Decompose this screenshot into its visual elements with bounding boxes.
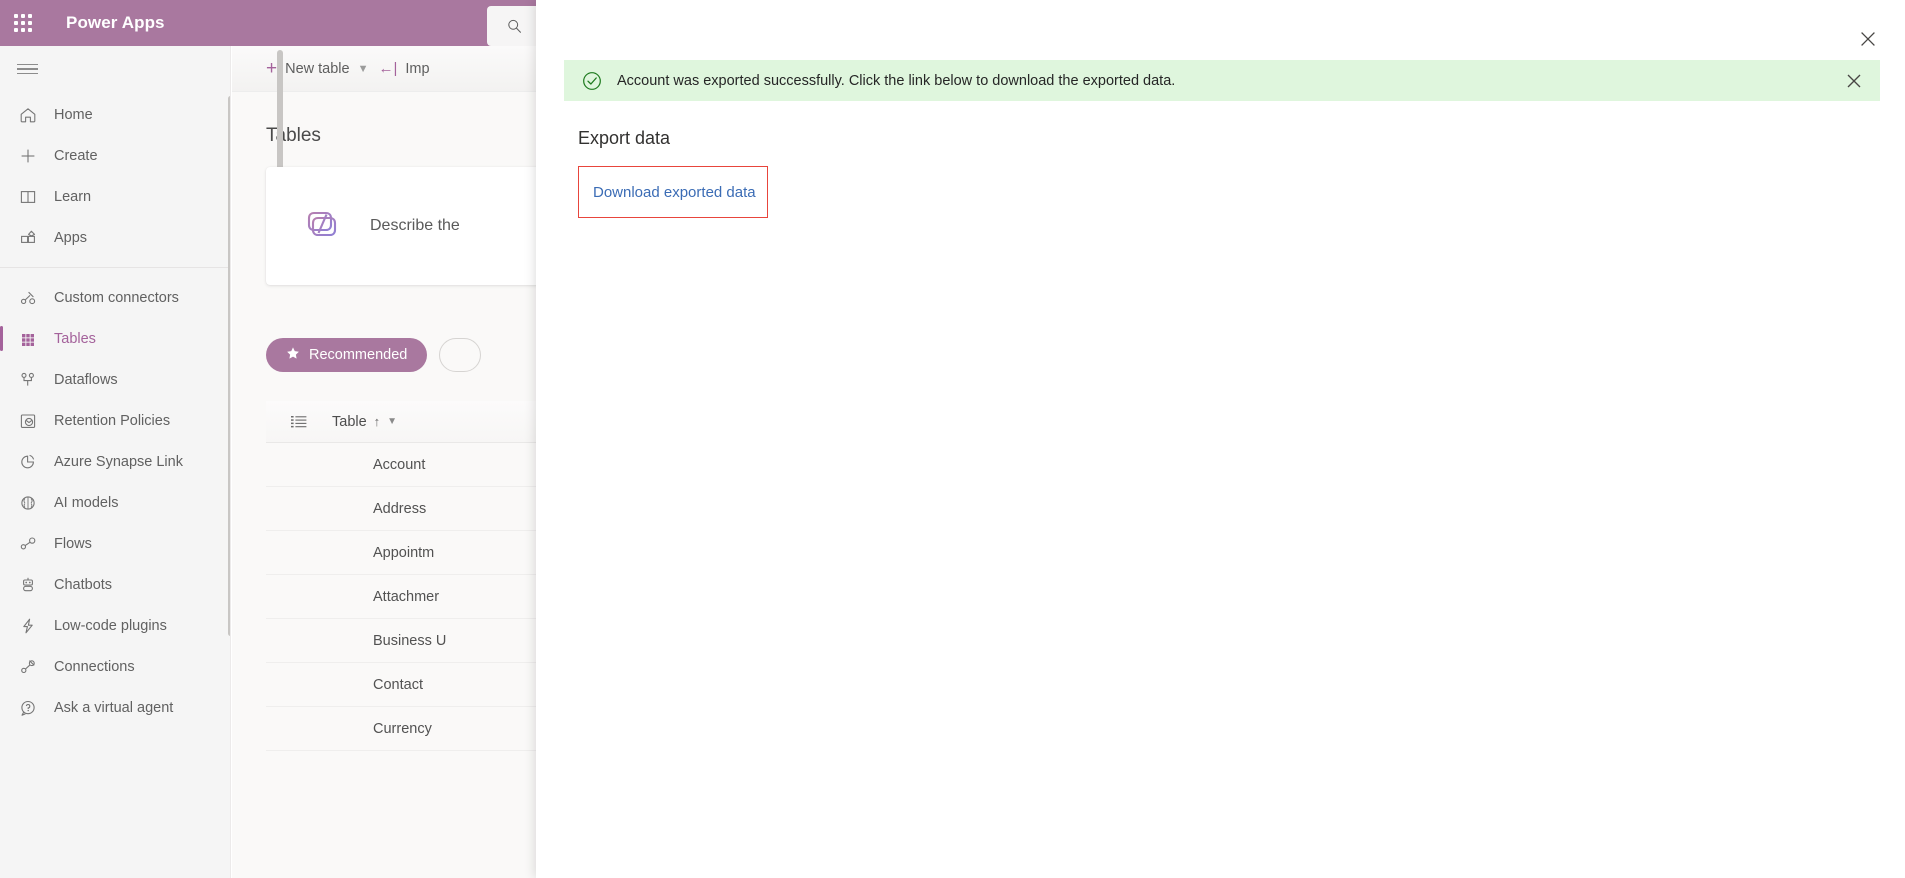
- search-icon: [507, 19, 521, 33]
- sidebar-item-learn[interactable]: Learn: [0, 176, 230, 217]
- sidebar-item-custom-connectors[interactable]: Custom connectors: [0, 277, 230, 318]
- custom-connector-icon: [17, 287, 39, 309]
- sidebar-item-label: Azure Synapse Link: [54, 453, 183, 470]
- hamburger-menu-icon[interactable]: [0, 46, 230, 92]
- book-icon: [17, 186, 39, 208]
- column-header-table[interactable]: Table ↑ ▼: [332, 414, 397, 430]
- sidebar-item-label: Connections: [54, 658, 135, 675]
- sidebar-item-label: Flows: [54, 535, 92, 552]
- import-button[interactable]: ←| Imp: [378, 60, 429, 77]
- connections-icon: [17, 656, 39, 678]
- import-label: Imp: [405, 60, 430, 77]
- sidebar-item-label: Custom connectors: [54, 289, 179, 306]
- export-data-panel: Account was exported successfully. Click…: [536, 0, 1905, 878]
- content-scrollbar[interactable]: [277, 50, 283, 170]
- sidebar-item-retention-policies[interactable]: Retention Policies: [0, 400, 230, 441]
- download-exported-data-link[interactable]: Download exported data: [593, 184, 756, 201]
- describe-table-text: Describe the: [370, 217, 460, 234]
- sort-ascending-icon: ↑: [373, 414, 381, 429]
- dataflows-icon: [17, 369, 39, 391]
- app-launcher-grid-icon[interactable]: [0, 0, 46, 46]
- sidebar-item-ai-models[interactable]: AI models: [0, 482, 230, 523]
- brain-icon: [17, 492, 39, 514]
- chip-recommended[interactable]: Recommended: [266, 338, 428, 372]
- copilot-icon: [300, 202, 344, 251]
- filter-chips: Recommended: [266, 338, 482, 372]
- sidebar-item-ask-a-virtual-agent[interactable]: Ask a virtual agent: [0, 687, 230, 728]
- list-view-icon[interactable]: [290, 413, 308, 431]
- success-check-circle-icon: [583, 71, 601, 90]
- new-table-label: New table: [285, 60, 350, 77]
- sidebar-item-connections[interactable]: Connections: [0, 646, 230, 687]
- plus-icon: +: [266, 58, 278, 79]
- sidebar-item-apps[interactable]: Apps: [0, 217, 230, 258]
- home-icon: [17, 104, 39, 126]
- plus-icon: [17, 145, 39, 167]
- sidebar-scrollbar[interactable]: [228, 96, 230, 636]
- column-header-label: Table: [332, 413, 367, 430]
- chip-label: Recommended: [309, 347, 408, 363]
- sidebar-item-dataflows[interactable]: Dataflows: [0, 359, 230, 400]
- flows-icon: [17, 533, 39, 555]
- retention-policies-icon: [17, 410, 39, 432]
- panel-body: Export data Download exported data: [578, 128, 768, 218]
- sidebar-item-create[interactable]: Create: [0, 135, 230, 176]
- sidebar-item-flows[interactable]: Flows: [0, 523, 230, 564]
- sidebar-divider: [0, 267, 230, 268]
- lightning-plug-icon: [17, 615, 39, 637]
- sidebar-item-label: Dataflows: [54, 371, 118, 388]
- left-navigation: Home Create Learn Apps Custom connectors…: [0, 46, 231, 878]
- chevron-down-icon: ▼: [357, 62, 369, 75]
- sidebar-item-tables[interactable]: Tables: [0, 318, 230, 359]
- sidebar-item-label: Chatbots: [54, 576, 113, 593]
- sidebar-item-label: Create: [54, 147, 98, 164]
- export-data-heading: Export data: [578, 128, 671, 148]
- banner-close-button[interactable]: [1842, 69, 1866, 93]
- pie-chart-icon: [17, 451, 39, 473]
- sidebar-item-label: Home: [54, 106, 93, 123]
- sidebar-item-label: Tables: [54, 330, 96, 347]
- sidebar-item-label: Apps: [54, 229, 88, 246]
- download-link-highlight: Download exported data: [578, 166, 768, 218]
- tables-grid-icon: [17, 328, 39, 350]
- sidebar-items: Home Create Learn Apps Custom connectors…: [0, 92, 230, 728]
- apps-grid-icon: [17, 227, 39, 249]
- sidebar-item-chatbots[interactable]: Chatbots: [0, 564, 230, 605]
- star-icon: [286, 346, 300, 364]
- sidebar-item-label: Learn: [54, 188, 92, 205]
- panel-close-button[interactable]: [1851, 22, 1885, 56]
- chevron-down-icon: ▼: [387, 416, 398, 427]
- app-root: Power Apps Home Create Learn Apps Custom…: [0, 0, 1905, 878]
- sidebar-item-azure-synapse-link[interactable]: Azure Synapse Link: [0, 441, 230, 482]
- banner-message: Account was exported successfully. Click…: [617, 72, 1176, 89]
- close-icon: [1861, 32, 1875, 46]
- brand-title[interactable]: Power Apps: [66, 13, 165, 33]
- sidebar-item-label: Ask a virtual agent: [54, 699, 174, 716]
- chip-secondary[interactable]: [439, 338, 482, 372]
- import-arrow-icon: ←|: [378, 60, 398, 77]
- search-input[interactable]: [487, 6, 541, 46]
- sidebar-item-low-code-plugins[interactable]: Low-code plugins: [0, 605, 230, 646]
- question-chat-icon: [17, 697, 39, 719]
- close-icon: [1847, 74, 1861, 88]
- robot-icon: [17, 574, 39, 596]
- sidebar-item-label: AI models: [54, 494, 119, 511]
- sidebar-item-label: Low-code plugins: [54, 617, 167, 634]
- sidebar-item-home[interactable]: Home: [0, 94, 230, 135]
- sidebar-item-label: Retention Policies: [54, 412, 171, 429]
- success-banner: Account was exported successfully. Click…: [564, 60, 1880, 101]
